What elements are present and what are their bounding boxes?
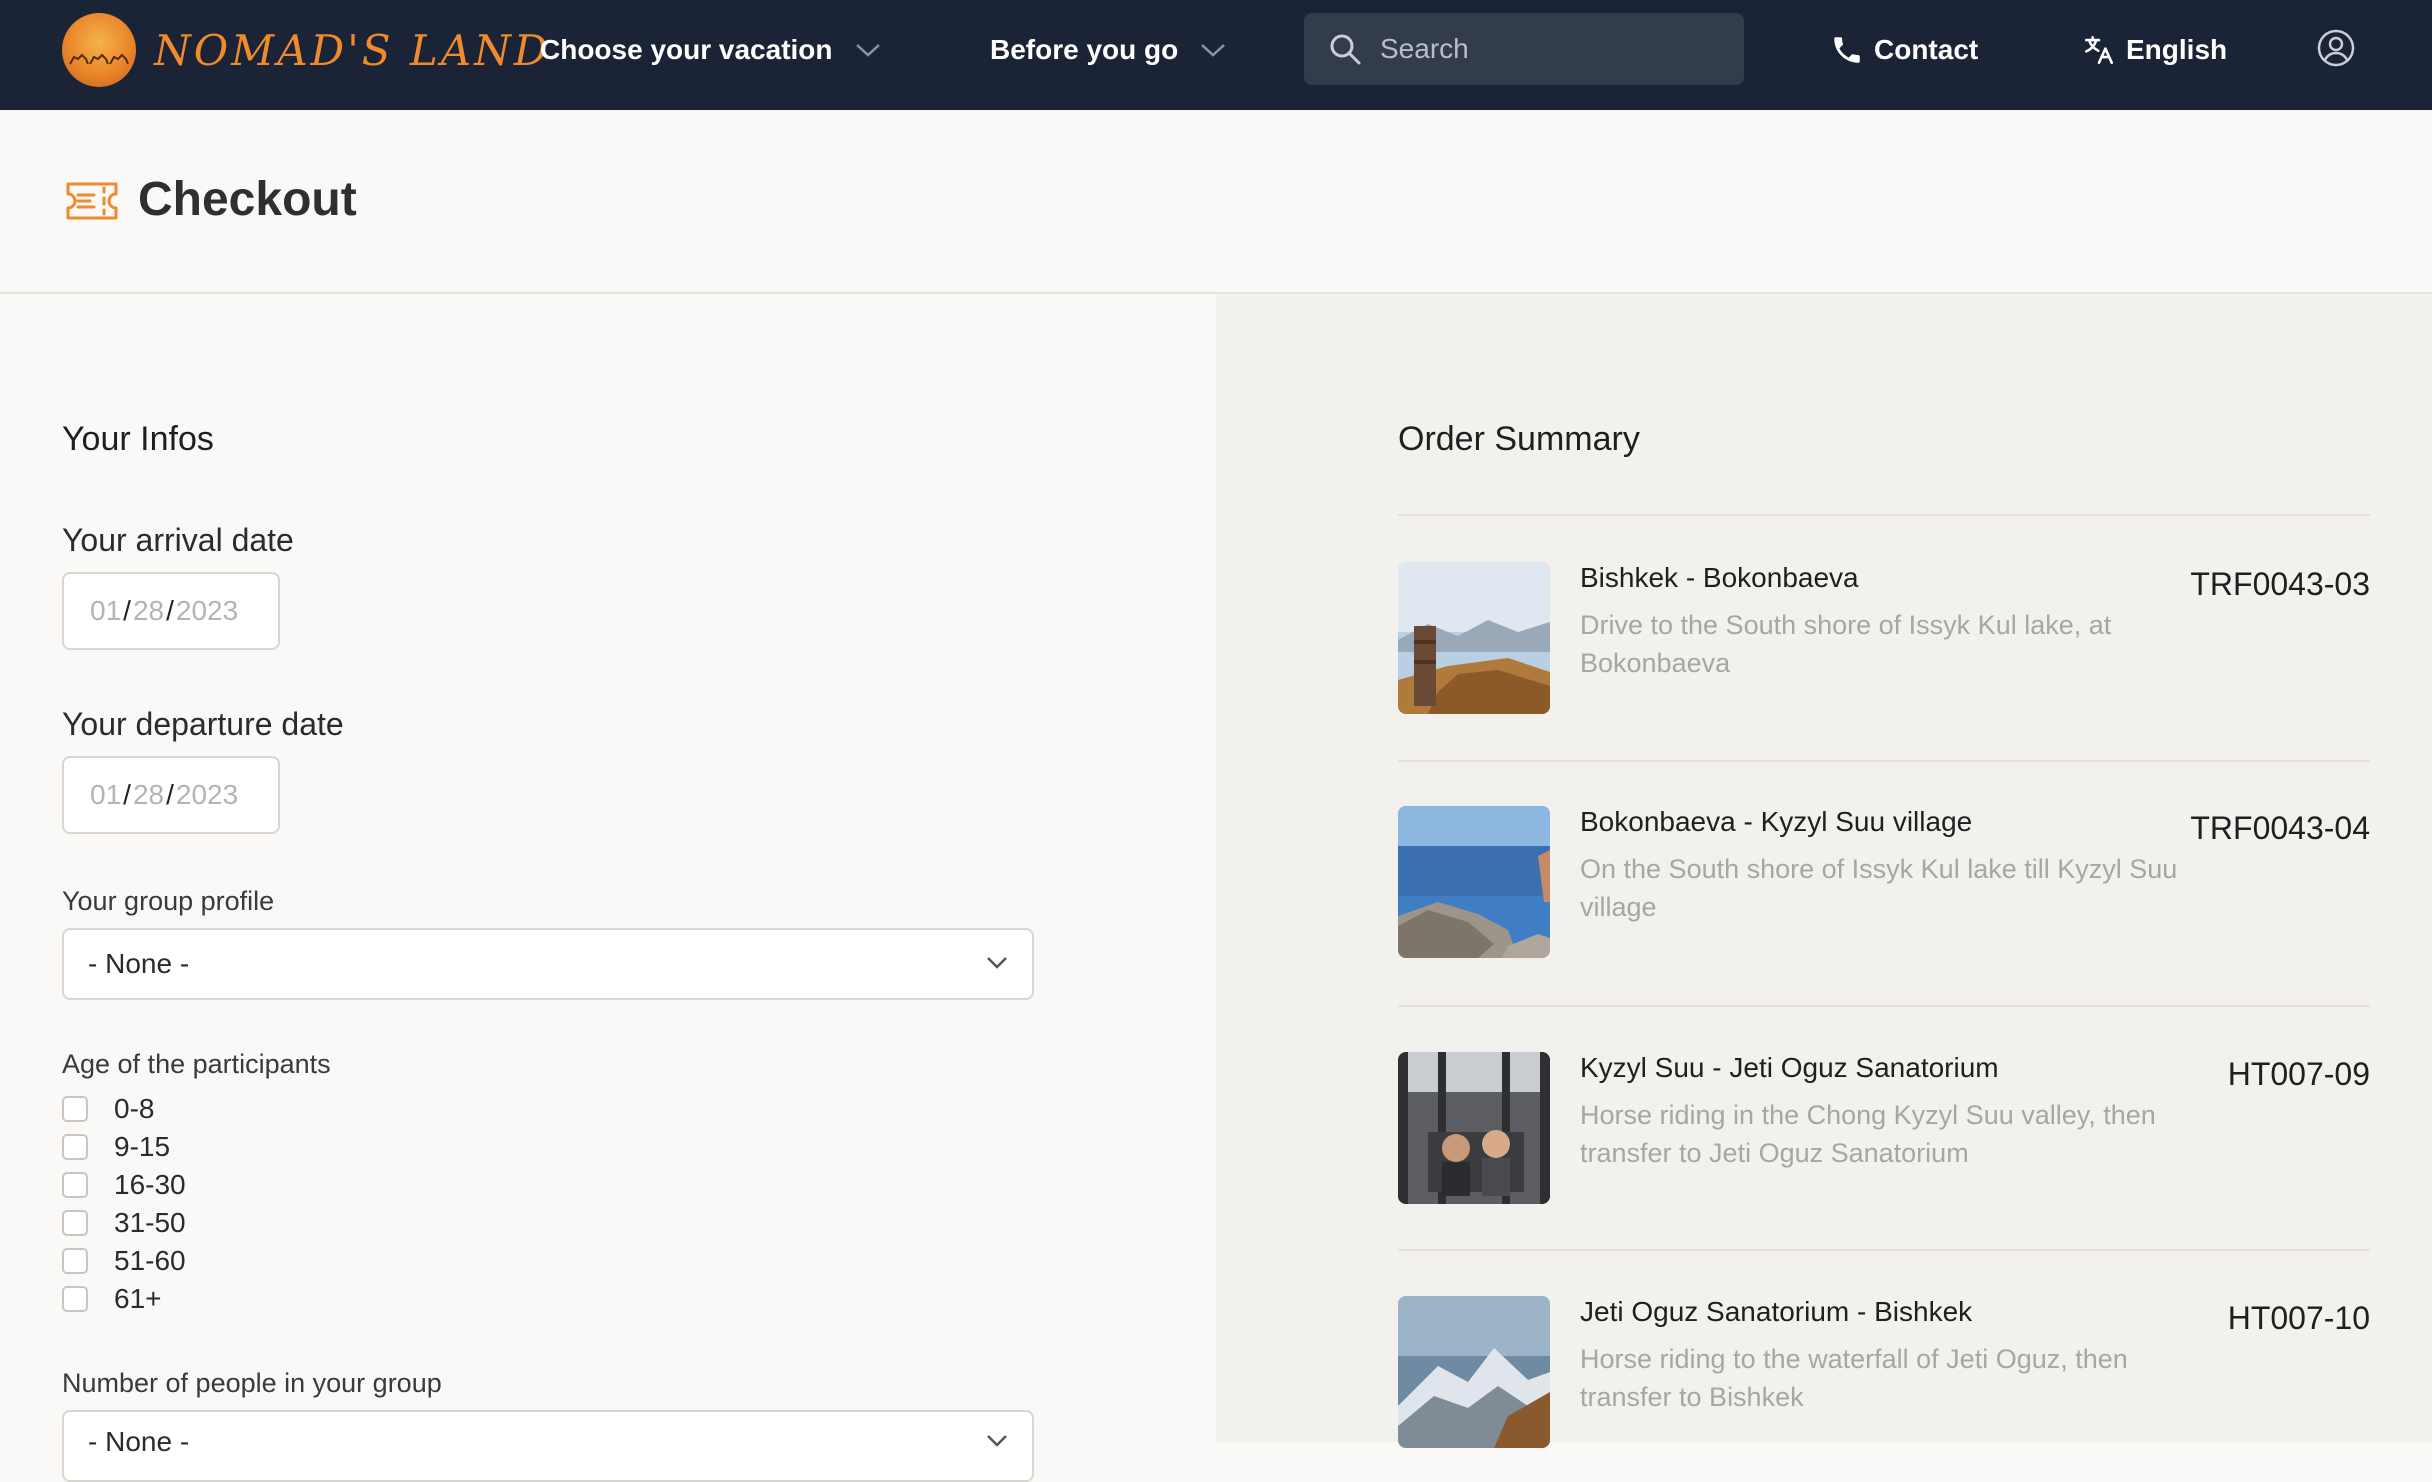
order-item-code: HT007-09 — [2227, 1056, 2370, 1092]
age-option-16-30[interactable]: 16-30 — [62, 1168, 186, 1202]
departure-year: 2023 — [175, 779, 239, 810]
departure-day: 28 — [132, 779, 165, 810]
age-option-label: 51-60 — [114, 1245, 186, 1276]
order-item-code: TRF0043-04 — [2190, 810, 2370, 846]
checkbox[interactable] — [62, 1096, 88, 1122]
contact-link[interactable]: Contact — [1830, 0, 1978, 100]
order-item-description: Drive to the South shore of Issyk Kul la… — [1580, 610, 2112, 678]
nav-before-you-go-label: Before you go — [990, 34, 1179, 65]
age-option-31-50[interactable]: 31-50 — [62, 1206, 186, 1240]
arrival-year: 2023 — [175, 595, 239, 626]
order-item-thumbnail — [1398, 1052, 1550, 1204]
your-infos-heading: Your Infos — [62, 420, 214, 458]
order-item[interactable]: Jeti Oguz Sanatorium - Bishkek Horse rid… — [1398, 1296, 2370, 1448]
order-item-title: Kyzyl Suu - Jeti Oguz Sanatorium — [1580, 1052, 1999, 1083]
order-item[interactable]: Bishkek - Bokonbaeva Drive to the South … — [1398, 562, 2370, 714]
chevron-down-icon — [987, 957, 1007, 969]
page-title: Checkout — [138, 173, 357, 226]
language-selector[interactable]: English — [2082, 0, 2227, 100]
divider — [1398, 514, 2370, 516]
order-item-title: Bishkek - Bokonbaeva — [1580, 562, 1859, 593]
search-input[interactable] — [1378, 32, 1722, 66]
checkbox[interactable] — [62, 1172, 88, 1198]
order-item-thumbnail — [1398, 562, 1550, 714]
arrival-date-input[interactable]: 01/28/2023 — [62, 572, 280, 650]
search-bar[interactable] — [1304, 13, 1744, 85]
language-label: English — [2126, 34, 2228, 65]
chevron-down-icon — [1201, 44, 1226, 57]
divider — [1398, 1005, 2370, 1007]
order-item-title: Bokonbaeva - Kyzyl Suu village — [1580, 806, 1973, 837]
checkbox[interactable] — [62, 1210, 88, 1236]
order-item[interactable]: Kyzyl Suu - Jeti Oguz Sanatorium Horse r… — [1398, 1052, 2370, 1204]
group-size-select[interactable]: - None - — [62, 1410, 1034, 1482]
nav-choose-vacation-label: Choose your vacation — [540, 34, 833, 65]
chevron-down-icon — [855, 44, 880, 57]
order-item-description: Horse riding to the waterfall of Jeti Og… — [1580, 1344, 2128, 1412]
age-option-61-plus[interactable]: 61+ — [62, 1282, 162, 1316]
phone-icon — [1834, 37, 1860, 63]
arrival-month: 01 — [90, 595, 122, 626]
divider — [1398, 760, 2370, 762]
group-size-value: - None - — [88, 1426, 190, 1457]
age-option-label: 31-50 — [114, 1207, 186, 1238]
departure-date-input[interactable]: 01/28/2023 — [62, 756, 280, 834]
age-option-9-15[interactable]: 9-15 — [62, 1130, 170, 1164]
checkbox[interactable] — [62, 1134, 88, 1160]
age-option-label: 0-8 — [114, 1093, 155, 1124]
group-profile-select[interactable]: - None - — [62, 928, 1034, 1000]
page-header: Checkout — [0, 110, 2432, 294]
translate-icon — [2084, 35, 2114, 65]
departure-date-label: Your departure date — [62, 706, 344, 742]
logo-sun-icon — [62, 13, 136, 87]
contact-label: Contact — [1874, 34, 1979, 65]
age-option-label: 9-15 — [114, 1131, 171, 1162]
order-item[interactable]: Bokonbaeva - Kyzyl Suu village On the So… — [1398, 806, 2370, 958]
ticket-icon — [66, 182, 118, 220]
group-profile-label: Your group profile — [62, 886, 275, 916]
order-item-description: On the South shore of Issyk Kul lake til… — [1580, 854, 2178, 922]
search-icon — [1330, 34, 1361, 65]
age-participants-label: Age of the participants — [62, 1049, 331, 1079]
order-item-code: TRF0043-03 — [2190, 566, 2370, 602]
order-item-title: Jeti Oguz Sanatorium - Bishkek — [1580, 1296, 1973, 1327]
departure-month: 01 — [90, 779, 122, 810]
order-item-code: HT007-10 — [2227, 1300, 2370, 1336]
checkbox[interactable] — [62, 1286, 88, 1312]
arrival-date-label: Your arrival date — [62, 522, 294, 558]
account-icon[interactable] — [2316, 28, 2356, 68]
order-item-description: Horse riding in the Chong Kyzyl Suu vall… — [1580, 1100, 2156, 1168]
brand-name: NOMAD'S LAND — [154, 25, 551, 75]
brand-logo[interactable]: NOMAD'S LAND — [62, 12, 551, 88]
order-item-thumbnail — [1398, 806, 1550, 958]
nav-choose-vacation[interactable]: Choose your vacation — [540, 0, 881, 100]
divider — [1398, 1249, 2370, 1251]
nav-before-you-go[interactable]: Before you go — [990, 0, 1226, 100]
top-navbar: NOMAD'S LAND Choose your vacation Before… — [0, 0, 2432, 110]
age-option-0-8[interactable]: 0-8 — [62, 1092, 154, 1126]
checkbox[interactable] — [62, 1248, 88, 1274]
age-option-51-60[interactable]: 51-60 — [62, 1244, 186, 1278]
order-item-thumbnail — [1398, 1296, 1550, 1448]
group-profile-value: - None - — [88, 948, 190, 979]
age-option-label: 16-30 — [114, 1169, 186, 1200]
chevron-down-icon — [987, 1435, 1007, 1447]
arrival-day: 28 — [132, 595, 165, 626]
group-size-label: Number of people in your group — [62, 1368, 442, 1398]
age-option-label: 61+ — [114, 1283, 162, 1314]
order-summary-heading: Order Summary — [1398, 420, 1640, 458]
